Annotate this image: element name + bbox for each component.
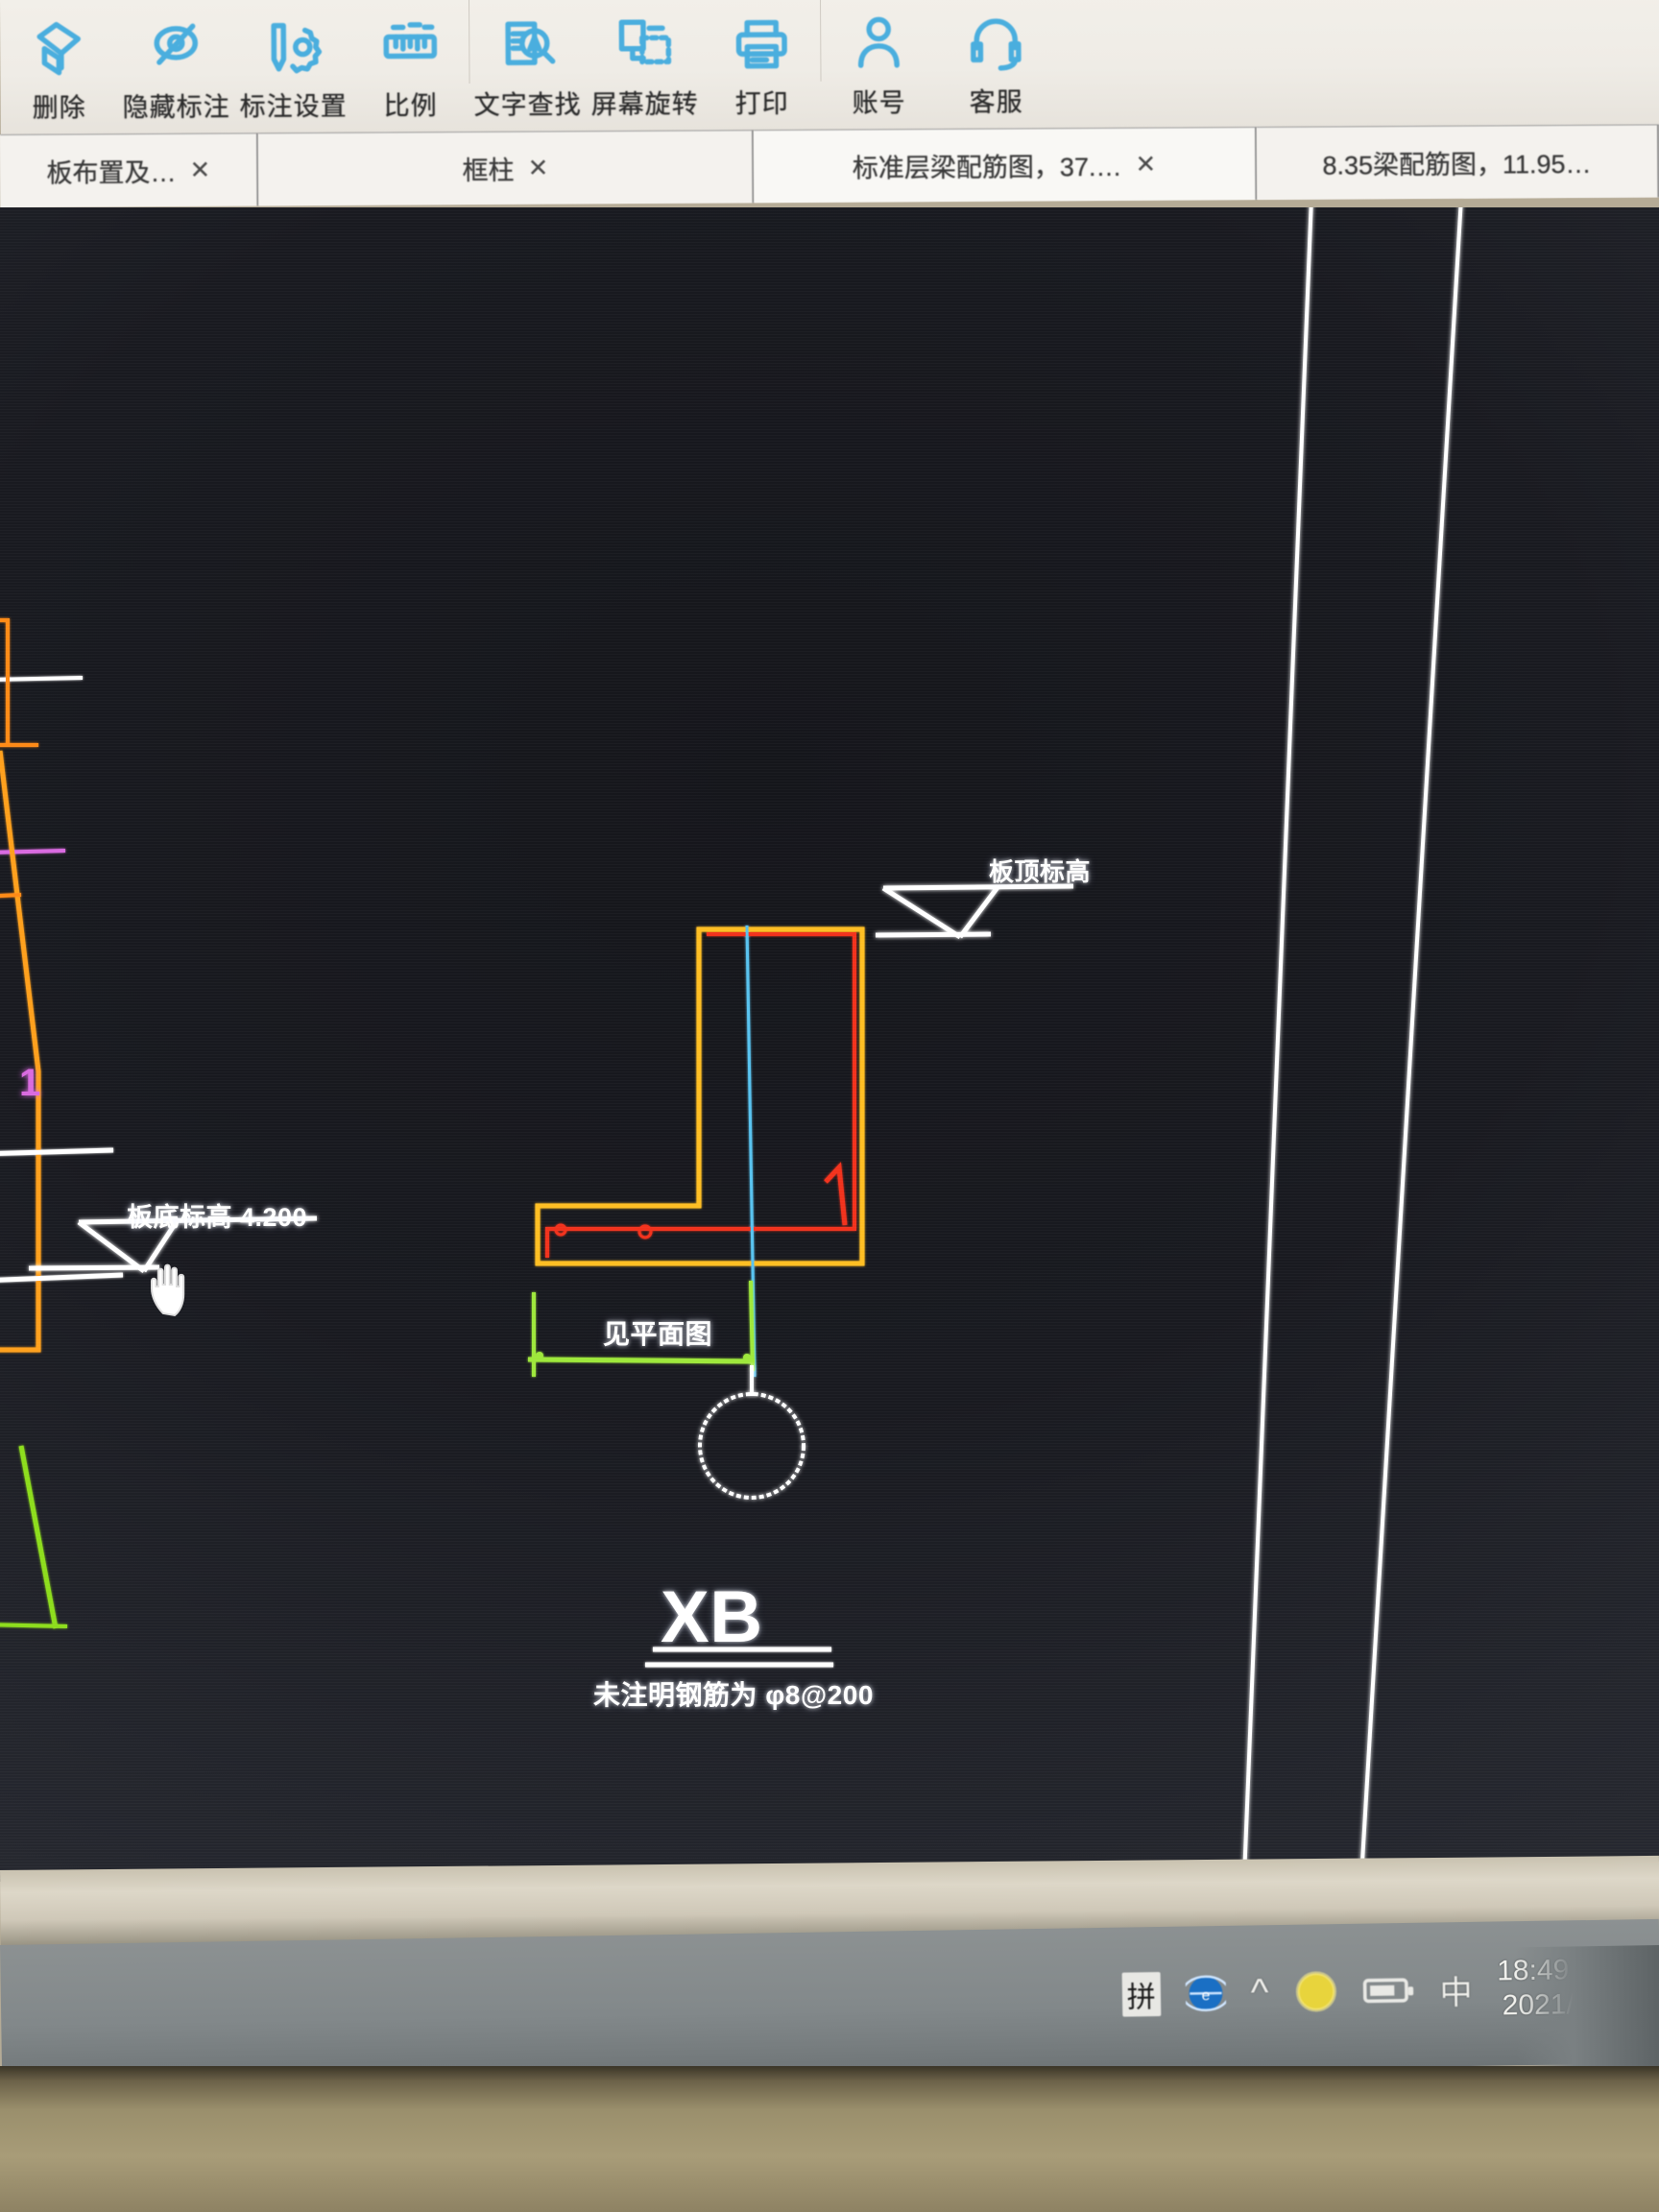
level-marker-left: 板底标高 4.200: [127, 1203, 308, 1232]
document-tab-bar: 板布置及… ✕ 框柱 ✕ 标准层梁配筋图，37.… ✕ 8.35梁配筋图，11.95…: [0, 124, 1659, 207]
document-tab[interactable]: 框柱 ✕: [258, 130, 755, 206]
toolbar-button-screen-rotate[interactable]: 屏幕旋转: [586, 0, 704, 131]
tray-icon-glyph: ^: [1250, 1970, 1269, 2014]
notification-dot-icon[interactable]: [1293, 1969, 1338, 2014]
document-tab[interactable]: 8.35梁配筋图，11.95…: [1256, 124, 1659, 201]
windows-taskbar[interactable]: 拼e^中18:49 周六2021/4/24: [0, 1918, 1659, 2089]
toolbar-button-text-search[interactable]: 文字查找: [469, 0, 587, 132]
axis-tag-1: 1: [19, 1062, 41, 1104]
pan-hand-cursor: [151, 1263, 185, 1317]
toolbar-button-label: 隐藏标注: [122, 92, 230, 123]
circle-element: [698, 1365, 805, 1500]
toolbar-button-label: 打印: [734, 88, 789, 119]
ime-chinese-icon[interactable]: 中: [1439, 1965, 1473, 2013]
level-marker-top-right: 板顶标高: [989, 857, 1092, 886]
eraser-icon: [30, 13, 87, 83]
toolbar-button-label: 屏幕旋转: [590, 89, 699, 120]
account-icon: [850, 9, 907, 78]
slab-tag: XB: [661, 1576, 763, 1658]
tab-close-icon[interactable]: ✕: [1135, 150, 1156, 180]
document-tab[interactable]: 板布置及… ✕: [0, 132, 259, 207]
toolbar-button-label: 标注设置: [239, 91, 348, 122]
toolbar-button-label: 删除: [32, 93, 86, 123]
text-search-icon: [498, 11, 556, 80]
toolbar-button-printer[interactable]: 打印: [703, 0, 822, 131]
document-tab[interactable]: 标准层梁配筋图，37.… ✕: [754, 127, 1257, 204]
cad-drawing-canvas[interactable]: 板顶标高板底标高 4.200见平面图XB未注明钢筋为 φ8@200-0.050梁…: [0, 207, 1659, 1882]
toolbar-button-eraser[interactable]: 删除: [0, 0, 118, 134]
document-tab-label: 框柱: [462, 156, 515, 186]
svg-text:e: e: [1201, 1987, 1210, 2004]
toolbar-button-label: 账号: [852, 88, 906, 118]
document-tab-label: 标准层梁配筋图，37.…: [852, 152, 1122, 183]
toolbar-button-hide-dimension[interactable]: 隐藏标注: [117, 0, 235, 133]
left-partial-geometry: [0, 618, 124, 1629]
cad-vector-graphics: [0, 207, 1463, 1882]
slab-section-outline: [535, 925, 865, 1378]
desk-surface: [0, 2066, 1659, 2212]
headset-support-icon: [967, 8, 1024, 77]
battery-icon[interactable]: [1362, 1974, 1415, 2008]
tray-icon-glyph: 中: [1439, 1974, 1473, 2011]
rebar-note: 未注明钢筋为 φ8@200: [593, 1680, 874, 1710]
toolbar-button-label: 比例: [383, 91, 438, 121]
toolbar-button-dimension-settings[interactable]: 标注设置: [234, 0, 352, 133]
tab-close-icon[interactable]: ✕: [527, 154, 548, 183]
level-symbol-top-right: [875, 883, 1074, 940]
toolbar-button-label: 客服: [969, 87, 1023, 117]
dimension-label-plan: 见平面图: [603, 1319, 713, 1349]
ime-pinyin-icon[interactable]: 拼: [1121, 1972, 1162, 2017]
printer-icon: [733, 10, 790, 79]
toolbar-button-headset-support[interactable]: 客服: [937, 0, 1055, 129]
tray-icon-glyph: 拼: [1121, 1972, 1162, 2017]
document-tab-label: 8.35梁配筋图，11.95…: [1322, 149, 1592, 180]
toolbar-button-label: 文字查找: [473, 90, 582, 120]
browser-globe-icon[interactable]: e: [1185, 1973, 1227, 2014]
dimension-settings-icon: [264, 12, 323, 82]
tab-close-icon[interactable]: ✕: [189, 156, 210, 185]
document-tab-label: 板布置及…: [46, 157, 177, 188]
ruler-scale-icon: [381, 12, 439, 81]
right-guide-lines: [1242, 207, 1463, 1879]
toolbar-button-account[interactable]: 账号: [820, 0, 938, 130]
toolbar-button-ruler-scale[interactable]: 比例: [351, 0, 470, 132]
hide-dimension-icon: [147, 13, 204, 83]
chevron-up-icon[interactable]: ^: [1250, 1971, 1268, 2014]
screen-rotate-icon: [615, 11, 673, 80]
main-toolbar: 删除 隐藏标注 标注设置 比例 文字查找 屏幕旋转 打印 账号 客服: [0, 0, 1659, 134]
